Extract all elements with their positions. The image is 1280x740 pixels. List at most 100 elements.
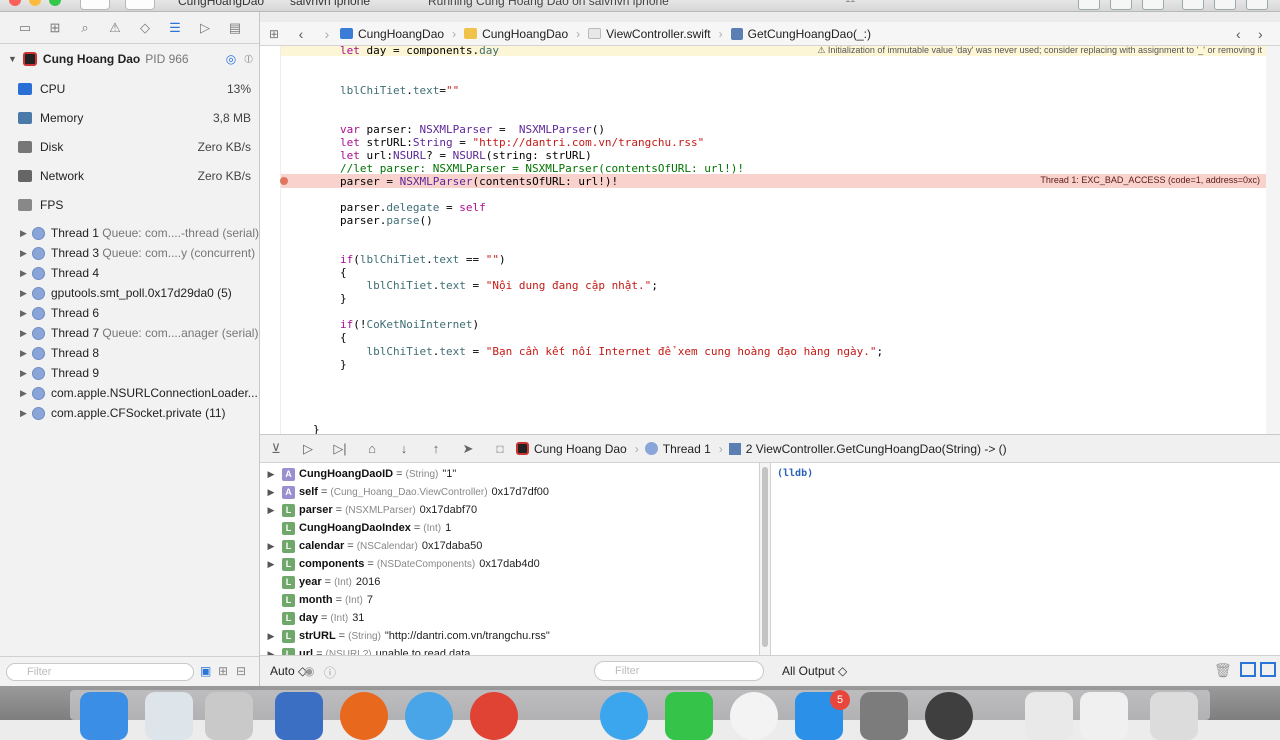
quick-look-icon[interactable]: ◉ — [304, 664, 314, 678]
line-gutter[interactable] — [260, 46, 281, 434]
jump-file[interactable]: ViewController.swift — [588, 27, 711, 41]
variables-scope-select[interactable]: Auto ◇ — [270, 664, 307, 678]
close-window-button[interactable] — [9, 0, 21, 6]
trash-icon[interactable]: 🗑 — [1214, 662, 1232, 679]
error-indicator-icon[interactable] — [280, 177, 288, 185]
disclosure-right-icon[interactable]: ▶ — [20, 388, 32, 399]
debug-navigator-icon[interactable]: ☰ — [160, 20, 190, 36]
thread-row[interactable]: ▶ Thread 1 Queue: com....-thread (serial) — [0, 223, 259, 243]
toggle-navigator-icon[interactable] — [1182, 0, 1204, 10]
thread-row[interactable]: ▶ Thread 6 — [0, 303, 259, 323]
process-status-icon[interactable]: ◎ — [226, 52, 236, 66]
filter-running-icon[interactable]: ▣ — [200, 664, 211, 678]
step-over-icon[interactable]: ⌂ — [356, 441, 388, 456]
chrome-icon[interactable] — [470, 692, 518, 740]
finder-icon[interactable] — [80, 692, 128, 740]
next-issue-icon[interactable]: › — [1258, 26, 1280, 42]
disclosure-right-icon[interactable]: ▶ — [20, 348, 32, 359]
gauge-fps[interactable]: FPS — [0, 190, 259, 219]
forward-arrow-icon[interactable]: › — [314, 26, 340, 42]
disclosure-right-icon[interactable]: ▶ — [264, 559, 278, 570]
disclosure-right-icon[interactable]: ▶ — [20, 228, 32, 239]
filter-blocked-icon[interactable]: ⊞ — [218, 664, 228, 678]
console-view[interactable]: (lldb) — [771, 463, 1280, 655]
gauge-disk[interactable]: Disk Zero KB/s — [0, 132, 259, 161]
variables-scrollbar[interactable] — [760, 463, 771, 655]
device-selector[interactable]: saivhvh iphone — [290, 0, 370, 8]
step-into-icon[interactable]: ↓ — [388, 441, 420, 456]
assistant-editor-icon[interactable] — [1110, 0, 1132, 10]
variables-view[interactable]: ▶ A CungHoangDaoID = (String) "1" ▶ Aself = (Cung… — [260, 463, 760, 655]
thread-row[interactable]: ▶ Thread 9 — [0, 363, 259, 383]
debug-crumb-app[interactable]: Cung Hoang Dao — [516, 442, 627, 456]
symbol-icon[interactable]: ⊞ — [40, 20, 70, 36]
warning-icon[interactable]: ⚠ — [100, 20, 130, 36]
variable-row[interactable]: ▶ Lcomponents = (NSDateComponents) 0x17dab4d… — [260, 555, 759, 573]
related-items-icon[interactable]: ⊞ — [260, 27, 288, 41]
source-editor[interactable]: ⚠ Initialization of immutable value 'day… — [260, 46, 1280, 434]
standard-editor-icon[interactable] — [1078, 0, 1100, 10]
toggle-debug-area-icon[interactable] — [1214, 0, 1236, 10]
variable-row[interactable]: ▶ LstrURL = (String) "http://dantri.com.vn/t… — [260, 627, 759, 645]
thread-row[interactable]: ▶ Thread 4 — [0, 263, 259, 283]
disclosure-right-icon[interactable]: ▶ — [264, 541, 278, 552]
thread-row[interactable]: ▶ Thread 3 Queue: com....y (concurrent) — [0, 243, 259, 263]
itunes-icon[interactable] — [730, 692, 778, 740]
view-debugger-icon[interactable]: ◘ — [484, 441, 516, 456]
jump-group[interactable]: CungHoangDao — [464, 27, 568, 41]
variable-row[interactable]: ▶ A CungHoangDaoID = (String) "1" — [260, 465, 759, 483]
scheme-selector[interactable]: CungHoangDao — [178, 0, 264, 8]
disclosure-right-icon[interactable]: ▶ — [20, 328, 32, 339]
thread-row[interactable]: ▶ com.apple.NSURLConnectionLoader... — [0, 383, 259, 403]
print-description-icon[interactable]: ⓘ — [324, 664, 336, 681]
debug-crumb-frame[interactable]: 2 ViewController.GetCungHoangDao(String)… — [728, 442, 1007, 456]
minimize-window-button[interactable] — [29, 0, 41, 6]
test-icon[interactable]: ◇ — [130, 20, 160, 36]
variable-row[interactable]: L CungHoangDaoIndex = (Int) 1 — [260, 519, 759, 537]
variable-row[interactable]: ▶ Lcalendar = (NSCalendar) 0x17daba50 — [260, 537, 759, 555]
variable-row[interactable]: Lday = (Int) 31 — [260, 609, 759, 627]
show-console-icon[interactable] — [1260, 662, 1276, 677]
process-options-icon[interactable]: ⦶ — [244, 52, 253, 67]
process-row[interactable]: ▼ Cung Hoang Dao PID 966 ◎ ⦶ — [0, 44, 259, 74]
disclosure-right-icon[interactable]: ▶ — [20, 248, 32, 259]
system-tool-icon[interactable] — [205, 692, 253, 740]
facetime-icon[interactable] — [665, 692, 713, 740]
disclosure-right-icon[interactable]: ▶ — [20, 368, 32, 379]
disclosure-right-icon[interactable]: ▶ — [264, 469, 278, 480]
system-preferences-icon[interactable] — [860, 692, 908, 740]
variable-row[interactable]: Lmonth = (Int) 7 — [260, 591, 759, 609]
previous-issue-icon[interactable]: ‹ — [1236, 26, 1258, 42]
gauge-cpu[interactable]: CPU 13% — [0, 74, 259, 103]
quicktime-icon[interactable] — [925, 692, 973, 740]
downloads-icon[interactable] — [1080, 692, 1128, 740]
search-icon[interactable]: ⌕ — [70, 20, 100, 36]
disclosure-right-icon[interactable]: ▶ — [20, 408, 32, 419]
navigator-filter-input[interactable]: Filter — [6, 663, 194, 681]
gauge-network[interactable]: Network Zero KB/s — [0, 161, 259, 190]
gauge-memory[interactable]: Memory 3,8 MB — [0, 103, 259, 132]
scroll-thumb[interactable] — [762, 467, 768, 647]
document-icon[interactable] — [1025, 692, 1073, 740]
disclosure-right-icon[interactable]: ▶ — [20, 268, 32, 279]
variables-filter-input[interactable]: Filter — [594, 661, 764, 681]
back-arrow-icon[interactable]: ‹ — [288, 26, 314, 42]
firefox-icon[interactable] — [340, 692, 388, 740]
disclosure-right-icon[interactable]: ▶ — [264, 487, 278, 498]
jump-method[interactable]: GetCungHoangDao(_:) — [730, 27, 871, 41]
version-editor-icon[interactable] — [1142, 0, 1164, 10]
thread-row[interactable]: ▶ Thread 7 Queue: com....anager (serial) — [0, 323, 259, 343]
disclosure-right-icon[interactable]: ▶ — [264, 631, 278, 642]
show-variables-icon[interactable] — [1240, 662, 1256, 677]
breakpoint-icon[interactable]: ▷ — [190, 20, 220, 36]
console-output-select[interactable]: All Output ◇ — [782, 664, 847, 678]
step-out-icon[interactable]: ↑ — [420, 441, 452, 456]
variable-row[interactable]: Lyear = (Int) 2016 — [260, 573, 759, 591]
disclosure-right-icon[interactable]: ▶ — [20, 288, 32, 299]
toggle-utilities-icon[interactable] — [1246, 0, 1268, 10]
xcode-icon[interactable] — [275, 692, 323, 740]
continue-icon[interactable]: ▷| — [324, 441, 356, 457]
folder-icon[interactable]: ▭ — [10, 20, 40, 36]
messages-icon[interactable] — [600, 692, 648, 740]
thread-row[interactable]: ▶ gputools.smt_poll.0x17d29da0 (5) — [0, 283, 259, 303]
